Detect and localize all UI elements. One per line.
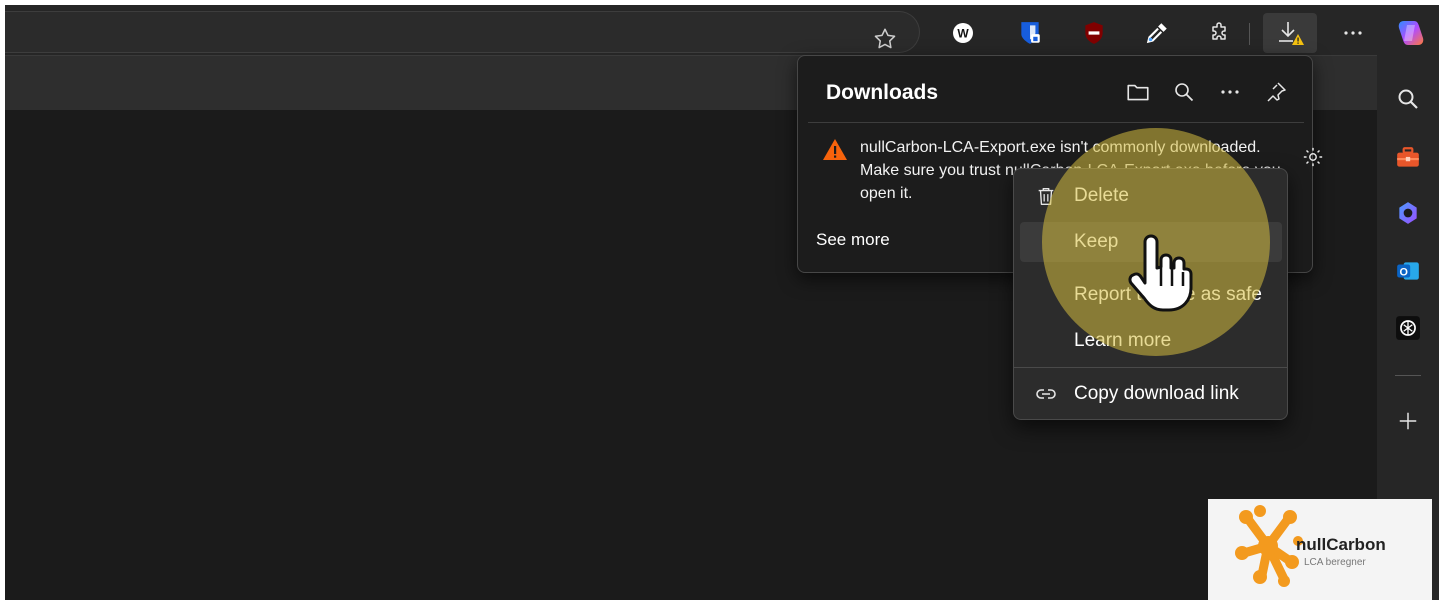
- pin-downloads-button[interactable]: [1262, 78, 1290, 106]
- downloads-button[interactable]: [1263, 13, 1317, 53]
- sidebar-outlook-button[interactable]: O: [1390, 253, 1426, 289]
- warning-icon: [823, 139, 847, 160]
- ellipsis-icon: [1221, 90, 1239, 94]
- link-icon: [1034, 382, 1058, 406]
- menu-item-label: Learn more: [1074, 330, 1172, 351]
- nullcarbon-logo-mark: [1235, 505, 1303, 587]
- extensions-puzzle-icon: [1212, 22, 1226, 40]
- color-picker-icon: [1146, 23, 1167, 44]
- menu-item-label: Keep: [1074, 231, 1119, 252]
- menu-separator: [1014, 367, 1287, 368]
- extensions-button[interactable]: [1202, 15, 1238, 51]
- favorite-star-button[interactable]: [872, 26, 902, 56]
- ublock-icon: [1085, 22, 1103, 44]
- sidebar-chatgpt-button[interactable]: [1390, 310, 1426, 346]
- menu-item-label: Copy download link: [1074, 383, 1239, 404]
- copilot-icon: [1399, 202, 1417, 224]
- ublock-extension-button[interactable]: [1076, 15, 1112, 51]
- copilot-button[interactable]: [1393, 15, 1429, 51]
- wordtune-extension-button[interactable]: W: [945, 15, 981, 51]
- menu-item-label: Report this file as safe: [1074, 284, 1262, 305]
- sidebar-add-button[interactable]: [1390, 403, 1426, 439]
- trash-icon: [1034, 184, 1058, 208]
- search-downloads-button[interactable]: [1170, 78, 1198, 106]
- svg-text:W: W: [957, 27, 969, 41]
- copilot-icon: [1398, 21, 1424, 45]
- bitwarden-icon: [1021, 22, 1040, 44]
- folder-icon: [1127, 84, 1149, 101]
- pin-icon: [1267, 82, 1286, 102]
- search-icon: [1398, 89, 1418, 109]
- ellipsis-icon: [1344, 31, 1362, 35]
- toolbox-icon: [1397, 147, 1419, 167]
- downloads-title: Downloads: [826, 81, 939, 104]
- more-options-button[interactable]: [1335, 15, 1371, 51]
- menu-item-keep[interactable]: Keep: [1020, 222, 1282, 262]
- star-icon: [874, 28, 896, 49]
- bitwarden-extension-button[interactable]: [1012, 15, 1048, 51]
- gear-icon[interactable]: [1302, 144, 1324, 170]
- download-context-menu: Delete Keep Report this file as safe Lea…: [1013, 168, 1288, 420]
- see-more-link[interactable]: See more: [816, 230, 890, 250]
- browser-toolbar: W: [5, 5, 1439, 55]
- sidebar-copilot-button[interactable]: [1390, 195, 1426, 231]
- sidebar-search-button[interactable]: [1390, 81, 1426, 117]
- logo-name: nullCarbon: [1296, 535, 1386, 554]
- downloads-more-button[interactable]: [1216, 78, 1244, 106]
- color-picker-extension-button[interactable]: [1139, 15, 1175, 51]
- sidebar-separator: [1395, 375, 1421, 376]
- menu-item-report-safe[interactable]: Report this file as safe: [1020, 275, 1282, 315]
- search-icon: [1175, 83, 1194, 102]
- menu-item-learn-more[interactable]: Learn more: [1020, 321, 1282, 361]
- menu-item-label: Delete: [1074, 185, 1129, 206]
- toolbar-separator: [1249, 23, 1250, 45]
- address-bar[interactable]: [5, 11, 920, 53]
- plus-icon: [1399, 412, 1417, 430]
- logo-tagline: LCA beregner: [1304, 557, 1366, 568]
- menu-item-delete[interactable]: Delete: [1020, 176, 1282, 216]
- menu-item-copy-link[interactable]: Copy download link: [1020, 374, 1282, 414]
- sidebar-tools-button[interactable]: [1390, 140, 1426, 176]
- chatgpt-icon: [1396, 316, 1420, 340]
- open-downloads-folder-button[interactable]: [1124, 78, 1152, 106]
- svg-text:O: O: [1399, 266, 1407, 278]
- outlook-icon: O: [1397, 262, 1419, 280]
- downloads-divider: [808, 122, 1304, 123]
- wordtune-icon: W: [953, 23, 973, 43]
- download-warning-icon: [1279, 22, 1304, 45]
- nullcarbon-logo: nullCarbon LCA beregner: [1208, 499, 1432, 600]
